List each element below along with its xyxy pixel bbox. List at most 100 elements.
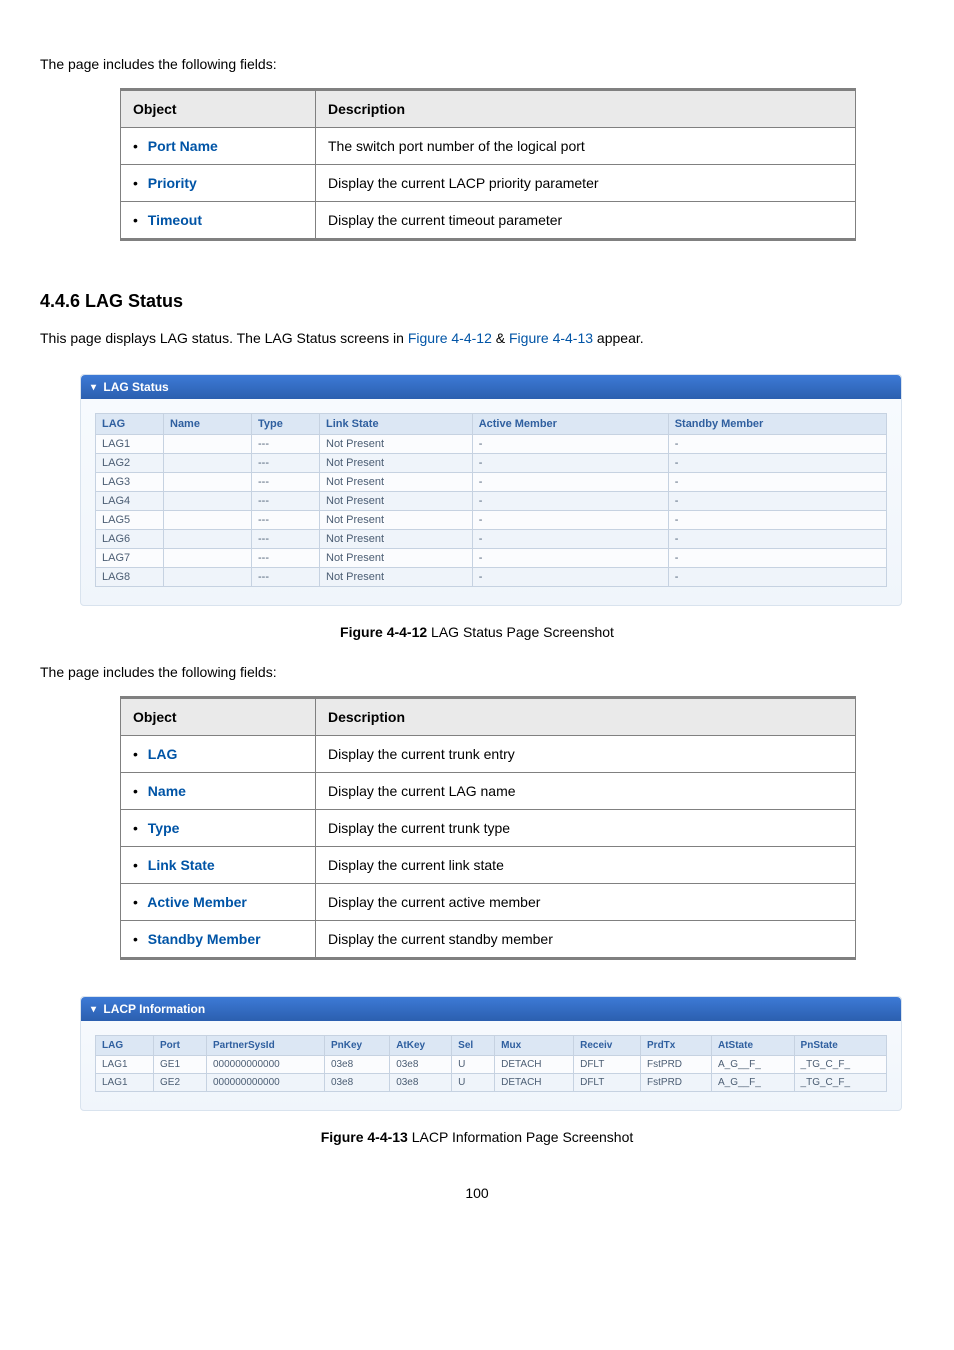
bullet-icon: • bbox=[133, 820, 138, 836]
panel-header-lag[interactable]: ▾ LAG Status bbox=[81, 375, 901, 399]
cell: LAG5 bbox=[96, 511, 164, 530]
description-cell: Display the current standby member bbox=[316, 921, 856, 959]
col-object: Object bbox=[121, 698, 316, 736]
col-header: PnKey bbox=[324, 1036, 389, 1056]
col-header: Link State bbox=[320, 414, 473, 435]
cell: - bbox=[668, 454, 886, 473]
object-name: Port Name bbox=[144, 138, 218, 154]
figure-link-1[interactable]: Figure 4-4-12 bbox=[408, 330, 492, 346]
bullet-icon: • bbox=[133, 857, 138, 873]
section-intro: This page displays LAG status. The LAG S… bbox=[40, 330, 914, 346]
col-header: Standby Member bbox=[668, 414, 886, 435]
col-header: LAG bbox=[96, 414, 164, 435]
cell: - bbox=[472, 549, 668, 568]
cell: U bbox=[452, 1056, 495, 1074]
cell: --- bbox=[252, 530, 320, 549]
object-name: Standby Member bbox=[144, 931, 261, 947]
cell: - bbox=[668, 435, 886, 454]
cell: - bbox=[472, 435, 668, 454]
cell: _TG_C_F_ bbox=[794, 1074, 886, 1092]
cell: LAG3 bbox=[96, 473, 164, 492]
object-cell: • Active Member bbox=[121, 884, 316, 921]
col-header: PrdTx bbox=[641, 1036, 712, 1056]
bullet-icon: • bbox=[133, 931, 138, 947]
cell bbox=[164, 492, 252, 511]
cell: LAG1 bbox=[96, 435, 164, 454]
cell: Not Present bbox=[320, 492, 473, 511]
chevron-down-icon: ▾ bbox=[91, 1004, 96, 1015]
bullet-icon: • bbox=[133, 138, 138, 154]
intro-pre: This page displays LAG status. The LAG S… bbox=[40, 330, 408, 346]
cell: LAG2 bbox=[96, 454, 164, 473]
object-name: LAG bbox=[144, 746, 177, 762]
fields-table-2: Object Description • LAGDisplay the curr… bbox=[120, 696, 856, 960]
fields-table-1: Object Description • Port NameThe switch… bbox=[120, 88, 856, 241]
figure-caption-2: Figure 4-4-13 LACP Information Page Scre… bbox=[40, 1129, 914, 1145]
description-cell: Display the current active member bbox=[316, 884, 856, 921]
col-header: Active Member bbox=[472, 414, 668, 435]
cell bbox=[164, 435, 252, 454]
cell: 000000000000 bbox=[207, 1056, 325, 1074]
cell: --- bbox=[252, 435, 320, 454]
cell: - bbox=[668, 492, 886, 511]
page-number: 100 bbox=[40, 1185, 914, 1201]
intro-amp: & bbox=[492, 330, 509, 346]
panel-title-lacp: LACP Information bbox=[103, 1002, 205, 1016]
col-header: Port bbox=[154, 1036, 207, 1056]
cell: LAG7 bbox=[96, 549, 164, 568]
intro-post: appear. bbox=[593, 330, 644, 346]
cell: LAG6 bbox=[96, 530, 164, 549]
intro-text-1: The page includes the following fields: bbox=[40, 56, 914, 72]
table-row: • TypeDisplay the current trunk type bbox=[121, 810, 856, 847]
cell: 03e8 bbox=[390, 1074, 452, 1092]
cell: --- bbox=[252, 492, 320, 511]
panel-title-lag: LAG Status bbox=[103, 380, 168, 394]
cell bbox=[164, 530, 252, 549]
cell: 03e8 bbox=[324, 1056, 389, 1074]
fig-cap-1-bold: Figure 4-4-12 bbox=[340, 624, 427, 640]
cell: DFLT bbox=[574, 1056, 641, 1074]
cell: --- bbox=[252, 511, 320, 530]
description-cell: Display the current trunk type bbox=[316, 810, 856, 847]
lacp-info-table: LAGPortPartnerSysIdPnKeyAtKeySelMuxRecei… bbox=[95, 1035, 887, 1092]
description-cell: Display the current LACP priority parame… bbox=[316, 165, 856, 202]
object-name: Active Member bbox=[144, 894, 247, 910]
cell: Not Present bbox=[320, 530, 473, 549]
table-row: • Port NameThe switch port number of the… bbox=[121, 128, 856, 165]
cell: U bbox=[452, 1074, 495, 1092]
description-cell: Display the current timeout parameter bbox=[316, 202, 856, 240]
col-header: PnState bbox=[794, 1036, 886, 1056]
table-row: • NameDisplay the current LAG name bbox=[121, 773, 856, 810]
cell: Not Present bbox=[320, 454, 473, 473]
table-row: LAG8---Not Present-- bbox=[96, 568, 887, 587]
object-cell: • LAG bbox=[121, 736, 316, 773]
table-row: LAG1GE100000000000003e803e8UDETACHDFLTFs… bbox=[96, 1056, 887, 1074]
fig-cap-1-rest: LAG Status Page Screenshot bbox=[427, 624, 614, 640]
cell: DETACH bbox=[495, 1074, 574, 1092]
bullet-icon: • bbox=[133, 175, 138, 191]
object-cell: • Link State bbox=[121, 847, 316, 884]
cell: - bbox=[472, 454, 668, 473]
table-row: LAG2---Not Present-- bbox=[96, 454, 887, 473]
col-header: Mux bbox=[495, 1036, 574, 1056]
section-heading: 4.4.6 LAG Status bbox=[40, 291, 914, 312]
panel-header-lacp[interactable]: ▾ LACP Information bbox=[81, 997, 901, 1021]
table-row: LAG1---Not Present-- bbox=[96, 435, 887, 454]
col-object: Object bbox=[121, 90, 316, 128]
cell: --- bbox=[252, 568, 320, 587]
table-row: • PriorityDisplay the current LACP prior… bbox=[121, 165, 856, 202]
intro-text-2: The page includes the following fields: bbox=[40, 664, 914, 680]
col-header: PartnerSysId bbox=[207, 1036, 325, 1056]
table-row: • Standby Member Display the current stan… bbox=[121, 921, 856, 959]
figure-link-2[interactable]: Figure 4-4-13 bbox=[509, 330, 593, 346]
lag-status-table: LAGNameTypeLink StateActive MemberStandb… bbox=[95, 413, 887, 587]
col-description: Description bbox=[316, 90, 856, 128]
cell: LAG1 bbox=[96, 1056, 154, 1074]
description-cell: Display the current LAG name bbox=[316, 773, 856, 810]
table-row: • LAGDisplay the current trunk entry bbox=[121, 736, 856, 773]
object-name: Timeout bbox=[144, 212, 202, 228]
cell: 03e8 bbox=[390, 1056, 452, 1074]
table-row: LAG1GE200000000000003e803e8UDETACHDFLTFs… bbox=[96, 1074, 887, 1092]
cell: --- bbox=[252, 454, 320, 473]
description-cell: Display the current trunk entry bbox=[316, 736, 856, 773]
